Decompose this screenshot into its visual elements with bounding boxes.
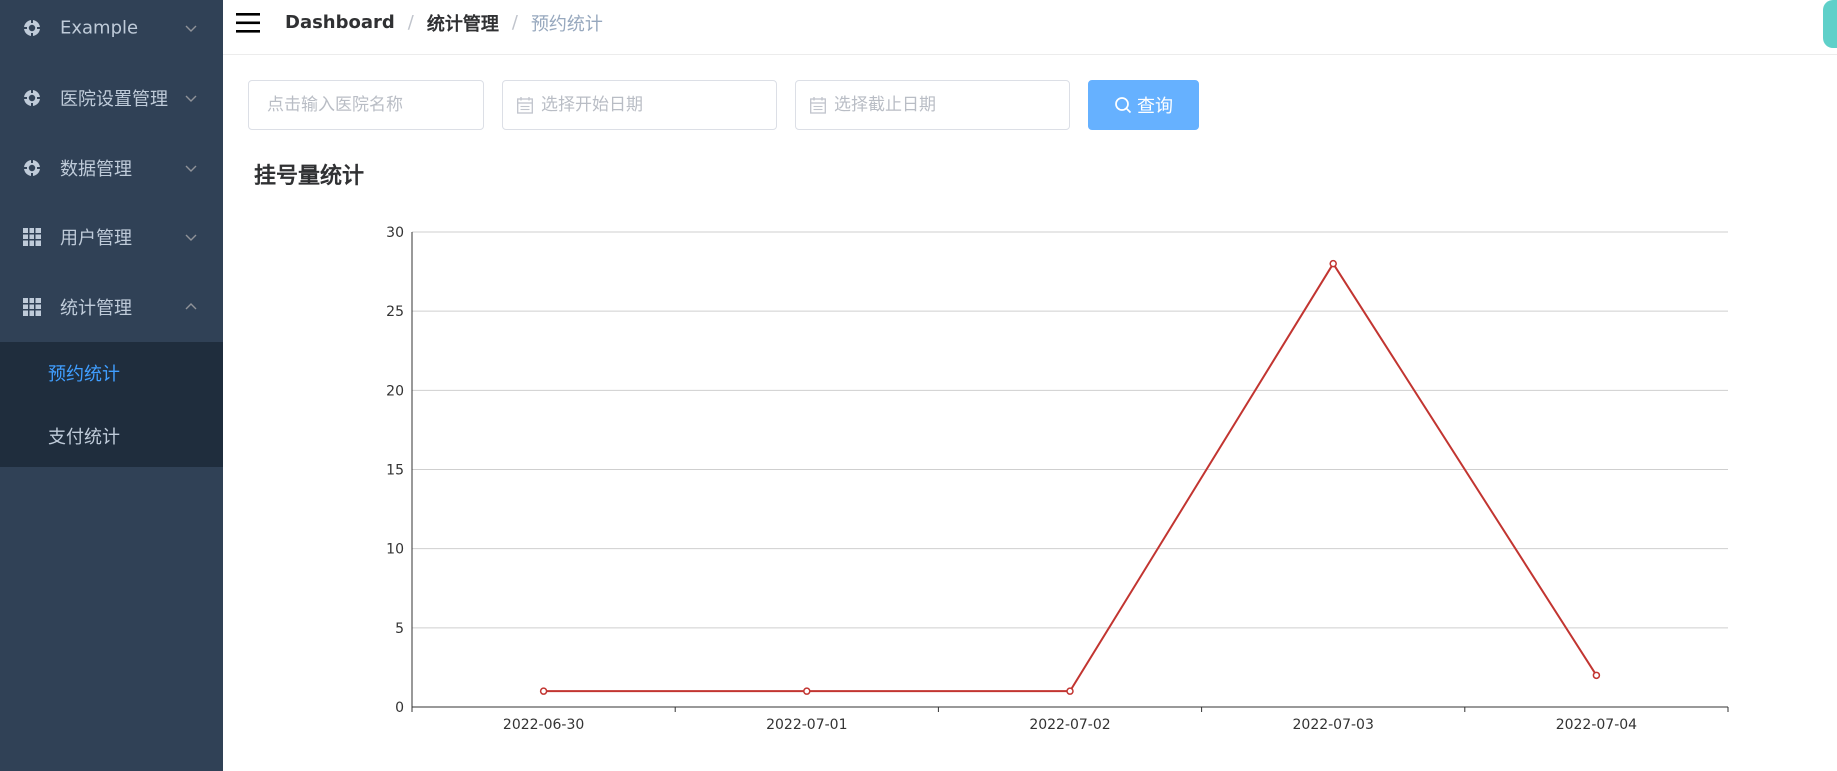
y-tick-label: 20	[386, 383, 404, 399]
x-tick-label: 2022-07-01	[766, 717, 847, 733]
x-tick-label: 2022-06-30	[503, 717, 584, 733]
data-point	[539, 687, 548, 695]
y-tick-label: 15	[386, 463, 404, 479]
data-point	[1329, 259, 1337, 268]
y-tick-label: 0	[395, 700, 404, 716]
x-tick-label: 2022-07-03	[1293, 717, 1374, 733]
data-point	[1066, 687, 1074, 695]
x-tick-label: 2022-07-02	[1029, 717, 1110, 733]
app-root: Example 医院设置管理 数据管理 用户管理 统计管理 预约统计 支付统计 …	[0, 0, 1837, 771]
data-point	[1592, 671, 1601, 680]
series-line	[543, 261, 1598, 693]
y-tick-label: 25	[386, 304, 404, 320]
y-tick-label: 30	[386, 225, 404, 241]
line-chart: 0 5 10 15 20 25 30 2022-06-30 2022-07-01 2022-07-…	[386, 225, 1729, 733]
y-tick-label: 5	[395, 621, 404, 637]
y-tick-label: 10	[386, 542, 404, 558]
data-point	[803, 687, 811, 695]
x-tick-label: 2022-07-04	[1556, 717, 1637, 733]
